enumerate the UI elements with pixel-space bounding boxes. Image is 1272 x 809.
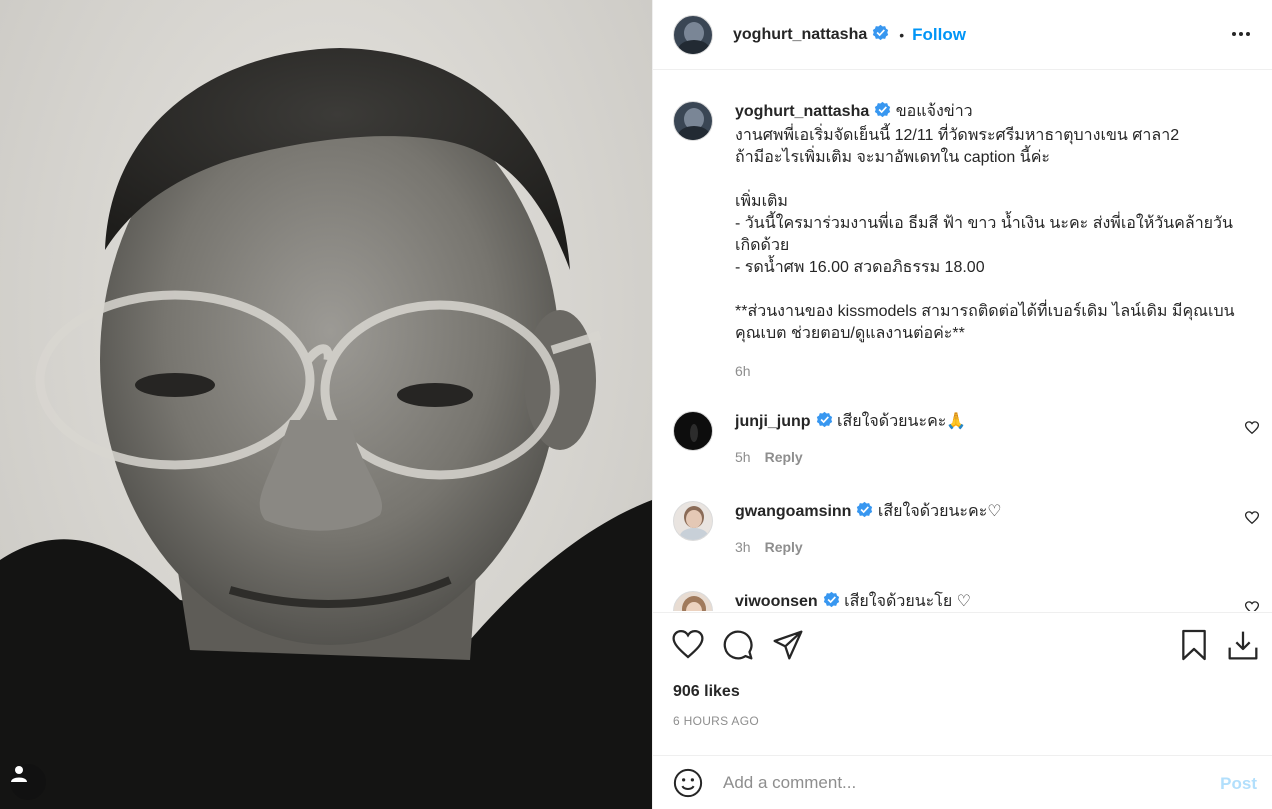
bookmark-icon[interactable] bbox=[1178, 629, 1210, 666]
comment-username[interactable]: junji_junp bbox=[735, 413, 811, 430]
comment-text: viwoonsen เสียใจด้วยนะโย ♡ bbox=[735, 591, 971, 611]
post-header: yoghurt_nattasha • Follow bbox=[653, 0, 1272, 70]
emoji-icon[interactable] bbox=[673, 768, 703, 803]
verified-icon bbox=[872, 24, 889, 46]
follow-button[interactable]: Follow bbox=[912, 25, 966, 45]
post-side-panel: yoghurt_nattasha • Follow yoghurt_nattas… bbox=[652, 0, 1272, 809]
comment-username[interactable]: viwoonsen bbox=[735, 593, 818, 610]
reply-button[interactable]: Reply bbox=[765, 539, 803, 555]
caption-title: ขอแจ้งข่าว bbox=[895, 103, 973, 120]
comment-time[interactable]: 5h bbox=[735, 449, 751, 465]
comments-scroll[interactable]: yoghurt_nattasha ขอแจ้งข่าว งานศพพี่เอเร… bbox=[653, 71, 1272, 611]
comment-body: เสียใจด้วยนะคะ♡ bbox=[877, 503, 1002, 520]
post-button[interactable]: Post bbox=[1220, 774, 1257, 794]
comment-body: เสียใจด้วยนะโย ♡ bbox=[844, 593, 971, 610]
post-timestamp: 6 HOURS AGO bbox=[673, 714, 759, 728]
caption: yoghurt_nattasha ขอแจ้งข่าว งานศพพี่เอเร… bbox=[673, 101, 1255, 379]
avatar[interactable] bbox=[673, 101, 713, 141]
comment-like-icon[interactable] bbox=[1244, 421, 1260, 440]
comment-text: gwangoamsinn เสียใจด้วยนะคะ♡ bbox=[735, 501, 1002, 525]
verified-icon bbox=[823, 591, 840, 611]
verified-icon bbox=[816, 411, 833, 435]
likes-count[interactable]: 906 likes bbox=[673, 683, 740, 701]
portrait-photo bbox=[0, 48, 652, 809]
comment-like-icon[interactable] bbox=[1244, 511, 1260, 530]
download-icon[interactable] bbox=[1227, 629, 1259, 666]
heart-icon[interactable] bbox=[672, 629, 704, 666]
caption-body: งานศพพี่เอเริ่มจัดเย็นนี้ 12/11 ที่วัดพร… bbox=[735, 127, 1235, 342]
comment-item: viwoonsen เสียใจด้วยนะโย ♡ bbox=[673, 591, 971, 611]
comment-body: เสียใจด้วยนะคะ🙏 bbox=[837, 413, 967, 430]
caption-text: yoghurt_nattasha ขอแจ้งข่าว งานศพพี่เอเร… bbox=[735, 101, 1255, 345]
caption-time[interactable]: 6h bbox=[735, 363, 1255, 379]
user-tag-icon[interactable] bbox=[10, 764, 46, 800]
comment-item: junji_junp เสียใจด้วยนะคะ🙏 5h Reply bbox=[673, 411, 966, 465]
post-image[interactable] bbox=[0, 0, 652, 809]
post-actions: 906 likes 6 HOURS AGO bbox=[653, 612, 1272, 770]
comment-icon[interactable] bbox=[722, 629, 754, 666]
avatar[interactable] bbox=[673, 591, 713, 611]
comment-username[interactable]: gwangoamsinn bbox=[735, 503, 851, 520]
comment-item: gwangoamsinn เสียใจด้วยนะคะ♡ 3h Reply bbox=[673, 501, 1002, 555]
avatar[interactable] bbox=[673, 411, 713, 451]
verified-icon bbox=[874, 101, 891, 125]
separator-dot: • bbox=[899, 26, 905, 43]
share-icon[interactable] bbox=[772, 629, 804, 666]
comment-time[interactable]: 3h bbox=[735, 539, 751, 555]
avatar[interactable] bbox=[673, 14, 713, 55]
more-icon[interactable] bbox=[1231, 24, 1251, 49]
reply-button[interactable]: Reply bbox=[765, 449, 803, 465]
author-username[interactable]: yoghurt_nattasha bbox=[733, 26, 867, 44]
avatar[interactable] bbox=[673, 501, 713, 541]
comment-like-icon[interactable] bbox=[1244, 601, 1260, 611]
comment-input[interactable] bbox=[723, 770, 1183, 796]
caption-username[interactable]: yoghurt_nattasha bbox=[735, 103, 869, 120]
add-comment-bar: Post bbox=[653, 755, 1272, 809]
verified-icon bbox=[856, 501, 873, 525]
comment-text: junji_junp เสียใจด้วยนะคะ🙏 bbox=[735, 411, 966, 435]
